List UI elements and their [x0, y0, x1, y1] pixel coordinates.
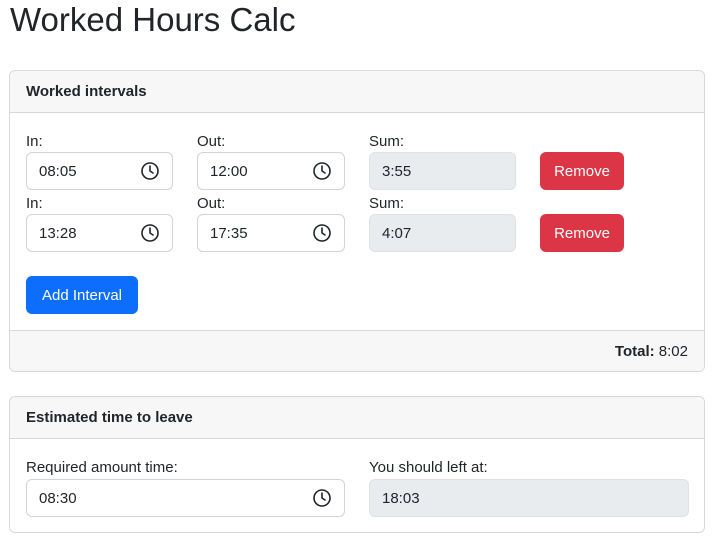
- in-time-value: 13:28: [39, 224, 77, 242]
- required-time-label: Required amount time:: [26, 459, 178, 476]
- remove-button[interactable]: Remove: [540, 214, 624, 252]
- estimate-header: Estimated time to leave: [10, 397, 704, 439]
- worked-intervals-card: Worked intervals In: Out: Sum: 08:05 12:…: [9, 70, 705, 372]
- add-interval-button[interactable]: Add Interval: [26, 276, 138, 314]
- estimate-title: Estimated time to leave: [26, 409, 193, 426]
- out-label: Out:: [197, 195, 226, 212]
- sum-value: 4:07: [382, 224, 412, 242]
- out-time-input[interactable]: 12:00: [197, 152, 345, 190]
- clock-icon[interactable]: [312, 488, 332, 508]
- sum-value: 3:55: [382, 162, 412, 180]
- total-value: 8:02: [658, 343, 688, 360]
- total-label: Total:: [614, 343, 655, 360]
- out-time-value: 12:00: [210, 162, 248, 180]
- clock-icon[interactable]: [140, 161, 160, 181]
- remove-button[interactable]: Remove: [540, 152, 624, 190]
- required-time-value: 08:30: [39, 489, 77, 507]
- in-label: In:: [26, 195, 43, 212]
- sum-label: Sum:: [369, 195, 405, 212]
- leave-time-field: 18:03: [369, 479, 689, 517]
- remove-button-label: Remove: [554, 224, 610, 242]
- estimate-card: Estimated time to leave Required amount …: [9, 396, 705, 533]
- in-label: In:: [26, 133, 43, 150]
- in-time-value: 08:05: [39, 162, 77, 180]
- sum-label: Sum:: [369, 133, 405, 150]
- sum-field: 3:55: [369, 152, 516, 190]
- in-time-input[interactable]: 08:05: [26, 152, 173, 190]
- total-display: Total: 8:02: [615, 343, 688, 360]
- out-time-input[interactable]: 17:35: [197, 214, 345, 252]
- clock-icon[interactable]: [312, 161, 332, 181]
- clock-icon[interactable]: [140, 223, 160, 243]
- intervals-footer: Total: 8:02: [10, 330, 704, 371]
- out-label: Out:: [197, 133, 226, 150]
- required-time-input[interactable]: 08:30: [26, 479, 345, 517]
- out-time-value: 17:35: [210, 224, 248, 242]
- in-time-input[interactable]: 13:28: [26, 214, 173, 252]
- worked-intervals-title: Worked intervals: [26, 83, 147, 100]
- leave-time-value: 18:03: [382, 489, 420, 507]
- clock-icon[interactable]: [312, 223, 332, 243]
- worked-intervals-header: Worked intervals: [10, 71, 704, 113]
- remove-button-label: Remove: [554, 162, 610, 180]
- leave-time-label: You should left at:: [369, 459, 488, 476]
- add-interval-label: Add Interval: [41, 286, 123, 304]
- sum-field: 4:07: [369, 214, 516, 252]
- page-title: Worked Hours Calc: [10, 1, 296, 38]
